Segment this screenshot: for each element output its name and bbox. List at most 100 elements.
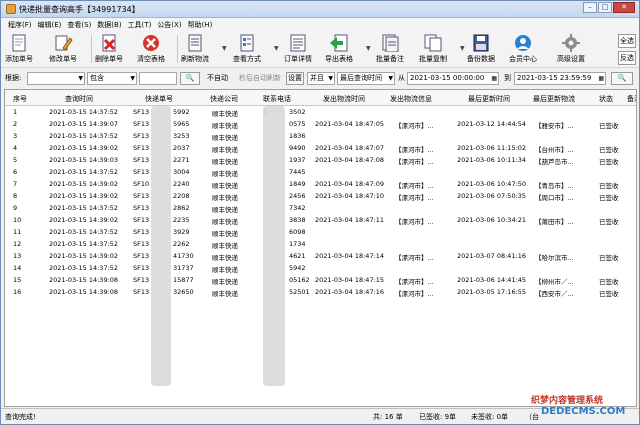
view-dropdown-icon[interactable]: ▼ [274, 45, 279, 52]
table-row[interactable]: 7 2021-03-15 14:39:02 SF10 2240 顺丰快递 1849 2021… [5, 179, 636, 191]
table-row[interactable]: 13 2021-03-15 14:39:02 SF13 41730 顺丰快递 4621 20… [5, 251, 636, 263]
row-index: 10 [13, 216, 22, 224]
menu-edit[interactable]: 编辑(E) [35, 18, 65, 31]
row-courier: 顺丰快递 [212, 194, 238, 202]
row-query-time: 2021-03-15 14:37:52 [49, 132, 119, 140]
add-button[interactable]: 添加单号 [5, 34, 33, 64]
maximize-button[interactable]: □ [598, 2, 612, 13]
view-mode-button[interactable]: 查看方式 [233, 34, 261, 64]
search-button[interactable]: 🔍 [180, 72, 200, 85]
row-tracking-suffix: 3004 [173, 168, 190, 176]
logic-value: 并且 [310, 74, 324, 82]
table-row[interactable]: 10 2021-03-15 14:39:02 SF13 2235 顺丰快递 3838 202… [5, 215, 636, 227]
to-date-picker[interactable]: 2021-03-15 23:59:59 ▦ [514, 72, 606, 85]
time-field-select[interactable]: 最后查询时间 ▼ [337, 72, 395, 85]
table-row[interactable]: 12021-03-15 14:37:52SF135992顺丰快递13502 [5, 107, 636, 119]
menu-tools[interactable]: 工具(T) [125, 18, 155, 31]
row-status: 已签收 [599, 254, 619, 262]
advanced-settings-button[interactable]: 高级设置 [557, 34, 585, 64]
row-courier: 顺丰快递 [212, 170, 238, 178]
table-row[interactable]: 16 2021-03-15 14:39:08 SF13 32650 顺丰快递 52501 2… [5, 287, 636, 299]
row-last-update: 2021-03-05 17:16:55 [457, 288, 527, 296]
row-courier: 顺丰快递 [212, 266, 238, 274]
col-courier[interactable]: 快递公司 [210, 94, 238, 104]
table-row[interactable]: 9 2021-03-15 14:37:52 SF13 2862 顺丰快递 7342 [5, 203, 636, 215]
row-send-info: 【漯河市】... [395, 182, 434, 190]
refresh-button[interactable]: 刷新物流 [181, 34, 209, 64]
menu-data[interactable]: 数据(B) [94, 18, 124, 31]
row-phone-suffix: 3838 [289, 216, 306, 224]
col-index[interactable]: 序号 [13, 94, 27, 104]
col-status[interactable]: 状态 [599, 94, 613, 104]
table-row[interactable]: 4 2021-03-15 14:39:02 SF13 2037 顺丰快递 9490 2021… [5, 143, 636, 155]
row-tracking-suffix: 2271 [173, 156, 190, 164]
copy-dropdown-icon[interactable]: ▼ [460, 45, 465, 52]
filter-search-input[interactable] [139, 72, 177, 85]
row-last-logistics: 【哈尔滨市... [535, 254, 574, 262]
from-date-picker[interactable]: 2021-03-15 00:00:00 ▦ [407, 72, 499, 85]
refresh-list-icon [188, 34, 202, 52]
table-row[interactable]: 3 2021-03-15 14:37:52 SF13 3253 顺丰快递 1836 [5, 131, 636, 143]
backup-button[interactable]: 备份数据 [467, 34, 495, 64]
col-last-update[interactable]: 最后更新时间 [468, 94, 510, 104]
table-row[interactable]: 8 2021-03-15 14:39:02 SF13 2208 顺丰快递 2456 2021… [5, 191, 636, 203]
row-last-logistics: 【葫芦岛市... [535, 158, 574, 166]
table-row[interactable]: 5 2021-03-15 14:39:03 SF13 2271 顺丰快递 1937 2021… [5, 155, 636, 167]
table-row[interactable]: 12 2021-03-15 14:37:52 SF13 2262 顺丰快递 1734 [5, 239, 636, 251]
col-query-time[interactable]: 查询时间 [65, 94, 93, 104]
export-dropdown-icon[interactable]: ▼ [366, 45, 371, 52]
row-last-logistics: 【周口市】... [535, 194, 574, 202]
row-index: 7 [13, 180, 18, 188]
invert-selection-button[interactable]: 反选 [618, 51, 636, 65]
refresh-dropdown-icon[interactable]: ▼ [222, 45, 227, 52]
row-index: 11 [13, 228, 22, 236]
row-send-time: 2021-03-04 18:47:09 [315, 180, 385, 188]
menu-notice[interactable]: 公告(X) [154, 18, 184, 31]
export-button[interactable]: 导出表格 [325, 34, 353, 64]
menu-help[interactable]: 帮助(H) [185, 18, 216, 31]
row-send-time: 2021-03-04 18:47:11 [315, 216, 385, 224]
status-message: 查询完成! [5, 413, 36, 421]
table-row[interactable]: 15 2021-03-15 14:39:08 SF13 15877 顺丰快递 05162 2… [5, 275, 636, 287]
filter-mode-value: 包含 [90, 74, 104, 82]
row-tracking-suffix: 41730 [173, 252, 194, 260]
menu-view[interactable]: 查看(S) [64, 18, 94, 31]
col-note[interactable]: 备注 [627, 94, 636, 104]
close-button[interactable]: ✕ [613, 2, 635, 13]
to-date-value: 2021-03-15 23:59:59 [517, 74, 592, 82]
col-phone[interactable]: 联系电话 [263, 94, 291, 104]
row-tracking-prefix: SF13 [133, 252, 150, 260]
select-all-button[interactable]: 全选 [618, 34, 636, 48]
table-row[interactable]: 11 2021-03-15 14:37:52 SF13 3929 顺丰快递 6098 [5, 227, 636, 239]
row-tracking-suffix: 2235 [173, 216, 190, 224]
row-phone-suffix: 0575 [289, 120, 306, 128]
order-detail-button[interactable]: 订单详情 [284, 34, 312, 64]
filter-mode-select[interactable]: 包含 ▼ [87, 72, 137, 85]
menu-program[interactable]: 程序(F) [5, 18, 35, 31]
minimize-button[interactable]: – [583, 2, 597, 13]
row-tracking-prefix: SF13 [133, 144, 150, 152]
table-row[interactable]: 6 2021-03-15 14:37:52 SF13 3004 顺丰快递 7445 [5, 167, 636, 179]
col-tracking-no[interactable]: 快递单号 [145, 94, 173, 104]
delete-button[interactable]: 删除单号 [95, 34, 123, 64]
auto-refresh-toggle[interactable]: 不自动 [207, 73, 228, 85]
set-button[interactable]: 设置 [286, 72, 304, 85]
row-index: 1 [13, 108, 18, 116]
clear-table-button[interactable]: 清空表格 [137, 34, 165, 64]
col-send-time[interactable]: 发出物流时间 [323, 94, 365, 104]
filter-field-select[interactable]: ▼ [27, 72, 85, 85]
row-phone-suffix: 9490 [289, 144, 306, 152]
batch-copy-button[interactable]: 批量复制 [419, 34, 447, 64]
edit-button[interactable]: 修改单号 [49, 34, 77, 64]
date-search-button[interactable]: 🔍 [611, 72, 633, 85]
row-phone-suffix: 7445 [289, 168, 306, 176]
col-last-logistics[interactable]: 最后更新物流 [533, 94, 575, 104]
table-row[interactable]: 2 2021-03-15 14:39:07 SF13 5965 顺丰快递 0575 2021… [5, 119, 636, 131]
batch-note-button[interactable]: 批量备注 [376, 34, 404, 64]
row-query-time: 2021-03-15 14:39:02 [49, 216, 119, 224]
col-send-info[interactable]: 发出物流信息 [390, 94, 432, 104]
logic-select[interactable]: 并且 ▼ [307, 72, 335, 85]
table-row[interactable]: 14 2021-03-15 14:37:52 SF13 31737 顺丰快递 5942 [5, 263, 636, 275]
row-tracking-prefix: SF13 [133, 216, 150, 224]
member-center-button[interactable]: 会员中心 [509, 34, 537, 64]
